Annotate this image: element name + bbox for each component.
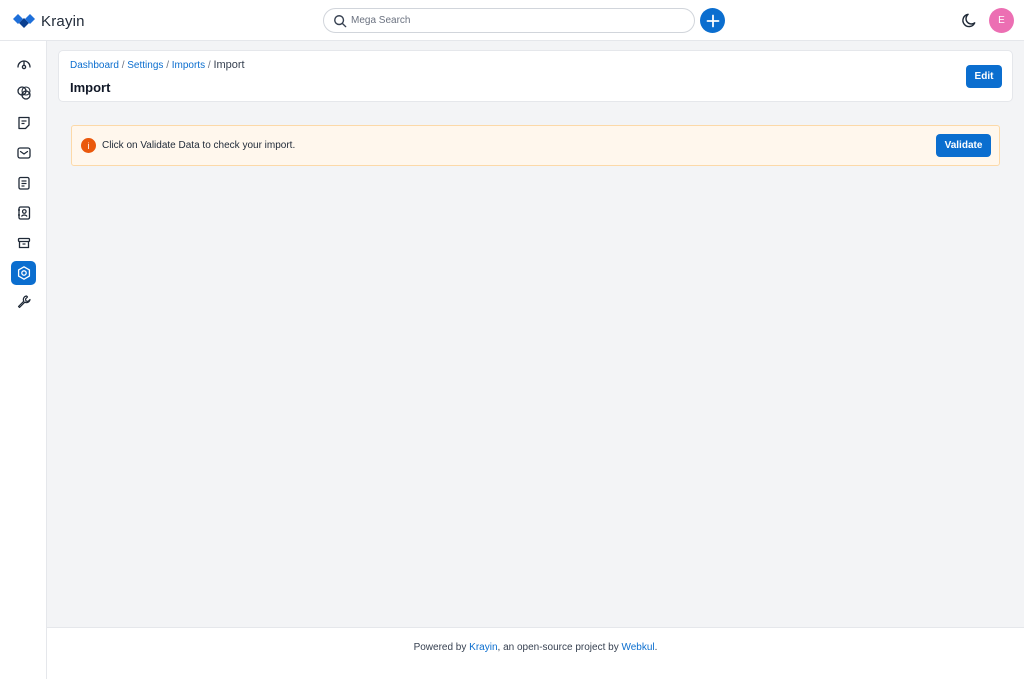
sidebar-item-leads[interactable] [11, 81, 36, 105]
footer-link-webkul[interactable]: Webkul [621, 642, 654, 653]
footer-prefix: Powered by [413, 642, 470, 653]
search-box[interactable] [323, 8, 695, 33]
breadcrumb: Dashboard / Settings / Imports / Import [70, 59, 245, 71]
sidebar-item-products[interactable] [11, 231, 36, 255]
sidebar-item-activities[interactable] [11, 171, 36, 195]
validation-alert: i Click on Validate Data to check your i… [71, 125, 1000, 166]
breadcrumb-settings[interactable]: Settings [127, 60, 163, 71]
breadcrumb-dashboard[interactable]: Dashboard [70, 60, 119, 71]
sidebar-item-dashboard[interactable] [11, 52, 36, 76]
gauge-icon [16, 60, 31, 70]
page-header: Dashboard / Settings / Imports / Import … [58, 50, 1013, 102]
quick-add-button[interactable] [700, 8, 725, 33]
search-icon [334, 14, 347, 27]
gear-icon [17, 266, 30, 280]
sidebar-item-mail[interactable] [11, 141, 36, 165]
sidebar-item-contacts[interactable] [11, 201, 36, 225]
box-icon [17, 237, 30, 249]
filter-icon [16, 86, 31, 100]
krayin-logo-icon [13, 14, 35, 28]
app-logo[interactable]: Krayin [12, 10, 85, 32]
sidebar [0, 41, 47, 679]
plus-icon [706, 14, 719, 27]
top-bar: Krayin E [0, 0, 1024, 41]
edit-button[interactable]: Edit [966, 65, 1002, 88]
breadcrumb-imports[interactable]: Imports [172, 60, 205, 71]
footer-middle: , an open-source project by [497, 642, 622, 653]
app-name: Krayin [41, 12, 85, 30]
alert-message: Click on Validate Data to check your imp… [102, 140, 296, 151]
user-avatar[interactable]: E [989, 8, 1014, 33]
list-icon [17, 176, 30, 190]
moon-icon[interactable] [961, 12, 978, 29]
contact-book-icon [17, 206, 30, 220]
wrench-icon [17, 295, 31, 309]
footer-link-krayin[interactable]: Krayin [469, 642, 497, 653]
breadcrumb-current: Import [213, 59, 245, 71]
page-title: Import [70, 80, 111, 95]
validate-button[interactable]: Validate [936, 134, 991, 157]
note-icon [17, 116, 30, 130]
sidebar-item-settings[interactable] [11, 261, 36, 285]
info-icon: i [81, 138, 96, 153]
search-input[interactable] [351, 15, 671, 26]
footer-suffix: . [654, 642, 658, 653]
sidebar-item-quotes[interactable] [11, 111, 36, 135]
mail-icon [16, 147, 31, 159]
sidebar-item-configuration[interactable] [11, 290, 36, 314]
footer: Powered by Krayin, an open-source projec… [47, 627, 1024, 679]
